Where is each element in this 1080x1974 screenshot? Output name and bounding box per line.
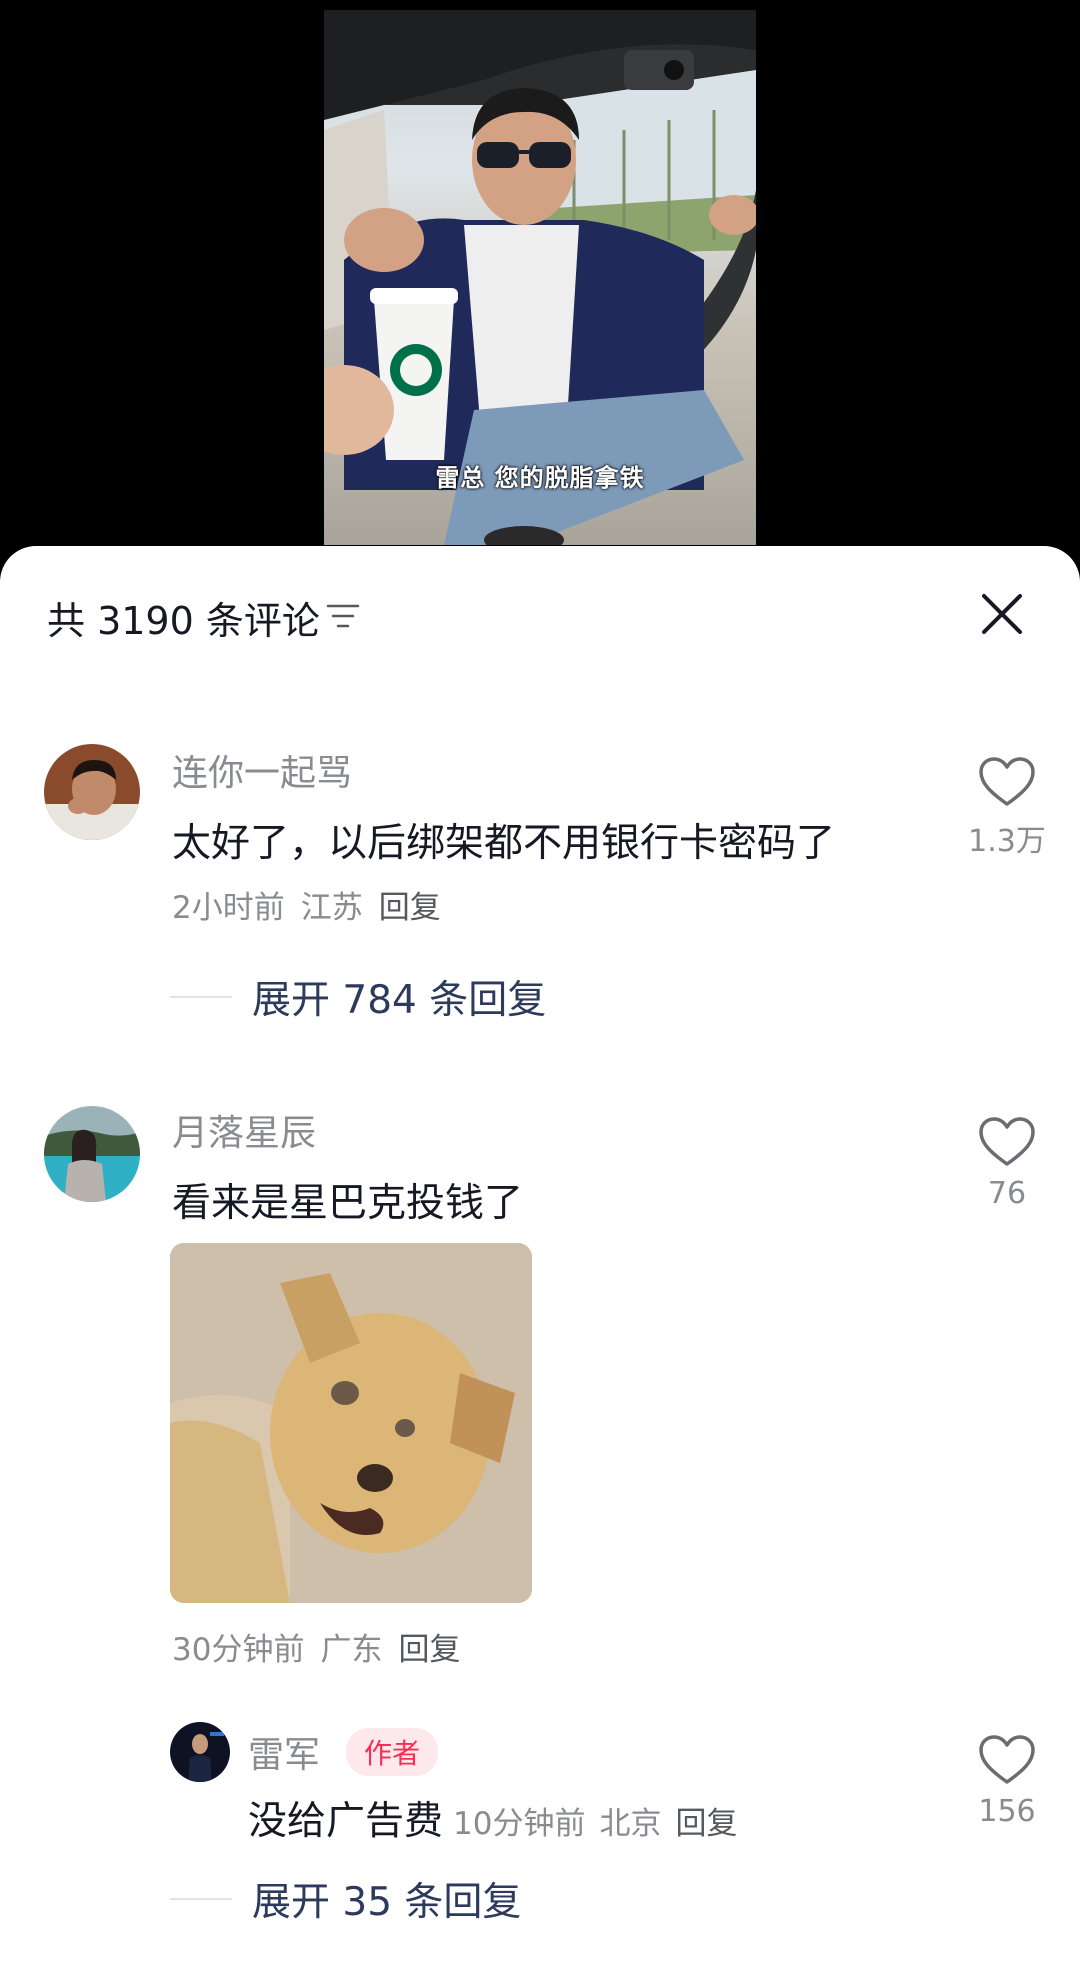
author-badge: 作者 — [346, 1728, 439, 1776]
reply-comment: 没给广告费 10分钟前 北京 回复 — [248, 1790, 751, 1846]
heart-icon[interactable] — [978, 1116, 1036, 1168]
video-frame[interactable]: 雷总 您的脱脂拿铁 — [324, 10, 756, 545]
avatar[interactable] — [44, 1106, 140, 1202]
comment-time: 2小时前 — [172, 890, 285, 926]
divider — [170, 1898, 232, 1900]
reply-meta: 10分钟前 北京 回复 — [453, 1806, 751, 1842]
dog-meme-picture — [170, 1243, 532, 1603]
comment-location: 广东 — [320, 1632, 383, 1668]
reply-text: 没给广告费 — [248, 1799, 444, 1844]
expand-replies-label: 展开 35 条回复 — [252, 1880, 522, 1925]
like-count: 156 — [978, 1794, 1036, 1829]
comment-count-title: 共 3190 条评论 — [47, 599, 320, 643]
comment-sheet-header: 共 3190 条评论 — [0, 546, 1080, 676]
reply-username[interactable]: 雷军 — [248, 1726, 320, 1778]
divider — [170, 996, 232, 998]
reply-location: 北京 — [599, 1806, 662, 1842]
comment-username[interactable]: 月落星辰 — [172, 1104, 316, 1156]
reply-button[interactable]: 回复 — [398, 1632, 460, 1668]
comment-meta: 2小时前 江苏 回复 — [172, 882, 457, 927]
video-subtitle: 雷总 您的脱脂拿铁 — [435, 464, 645, 492]
reply-time: 10分钟前 — [453, 1806, 586, 1842]
like-count: 1.3万 — [968, 824, 1046, 859]
filter-lines-icon[interactable] — [326, 602, 360, 632]
comment-sheet: 共 3190 条评论 连你一起骂 太好了，以后绑架都不用银行卡密码了 2小时前江… — [0, 546, 1080, 1974]
reply-avatar[interactable] — [170, 1722, 230, 1782]
expand-replies-label: 展开 784 条回复 — [252, 978, 547, 1023]
meme-image[interactable] — [170, 1243, 532, 1603]
close-x-icon[interactable] — [978, 590, 1026, 638]
like-button[interactable]: 76 — [967, 1116, 1047, 1211]
comment-meta: 30分钟前 广东 回复 — [172, 1624, 476, 1669]
comment-location: 江苏 — [300, 890, 363, 926]
heart-icon[interactable] — [978, 1734, 1036, 1786]
heart-icon[interactable] — [978, 756, 1036, 808]
video-player[interactable]: 雷总 您的脱脂拿铁 — [0, 0, 1080, 560]
comment-username[interactable]: 连你一起骂 — [172, 744, 352, 796]
comment-text: 太好了，以后绑架都不用银行卡密码了 — [172, 821, 836, 866]
avatar[interactable] — [44, 744, 140, 840]
expand-replies-button[interactable]: 展开 35 条回复 — [170, 1874, 522, 1925]
expand-replies-button[interactable]: 展开 784 条回复 — [170, 972, 547, 1023]
like-count: 76 — [987, 1176, 1027, 1211]
like-button[interactable]: 1.3万 — [967, 756, 1047, 860]
comment-time: 30分钟前 — [172, 1632, 305, 1668]
comment-text: 看来是星巴克投钱了 — [172, 1181, 524, 1226]
reply-button[interactable]: 回复 — [379, 890, 441, 926]
reply-button[interactable]: 回复 — [675, 1806, 737, 1842]
reply-like-button[interactable]: 156 — [967, 1734, 1047, 1829]
